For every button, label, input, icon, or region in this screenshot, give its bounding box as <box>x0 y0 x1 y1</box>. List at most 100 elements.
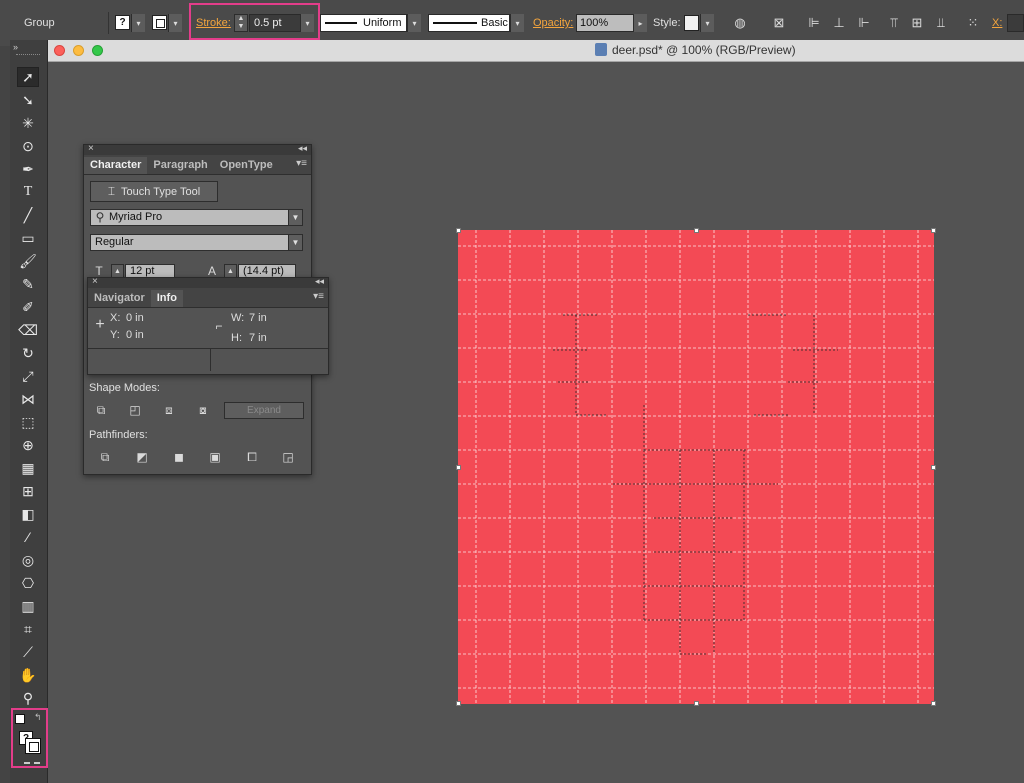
divide-icon[interactable]: ⧉ <box>98 450 112 464</box>
fill-swatch[interactable]: ? <box>115 15 130 30</box>
width-profile-dropdown[interactable]: ▾ <box>407 14 421 32</box>
align-to-selection-icon[interactable]: ⊠ <box>768 14 790 32</box>
rectangle-tool-icon[interactable]: ▭ <box>17 228 39 248</box>
touch-type-tool-button[interactable]: ⌶ Touch Type Tool <box>90 181 218 202</box>
brush-definition-select[interactable]: Basic <box>428 14 510 32</box>
x-label[interactable]: X: <box>992 17 1002 29</box>
graphic-style-swatch[interactable] <box>684 15 699 31</box>
selection-handle-top-left[interactable] <box>456 228 461 233</box>
blend-tool-icon[interactable]: ◎ <box>17 550 39 570</box>
font-style-dropdown[interactable]: ▼ <box>288 234 303 251</box>
trim-icon[interactable]: ◩ <box>135 450 149 464</box>
gradient-tool-icon[interactable]: ◧ <box>17 504 39 524</box>
paintbrush-tool-icon[interactable]: 🖌 <box>17 251 39 271</box>
intersect-icon[interactable]: ⧈ <box>162 403 176 417</box>
magic-wand-tool-icon[interactable]: ✳ <box>17 113 39 133</box>
font-family-field[interactable]: Myriad Pro <box>90 209 296 226</box>
selection-handle-middle-right[interactable] <box>931 465 936 470</box>
toolbox-collapse-icon[interactable]: » <box>13 42 18 52</box>
artboard-artwork[interactable] <box>458 230 934 704</box>
opacity-label[interactable]: Opacity: <box>533 17 573 29</box>
selection-handle-middle-left[interactable] <box>456 465 461 470</box>
transform-reference-icon[interactable]: ⁙ <box>962 13 984 33</box>
column-graph-tool-icon[interactable]: ▥ <box>17 596 39 616</box>
font-style-field[interactable]: Regular <box>90 234 296 251</box>
panel-menu-icon[interactable]: ▾≡ <box>296 158 307 169</box>
graphic-style-dropdown[interactable]: ▾ <box>700 14 714 32</box>
mesh-tool-icon[interactable]: ⊞ <box>17 481 39 501</box>
recolor-artwork-icon[interactable]: ◍ <box>731 14 749 32</box>
info-panel-close-icon[interactable]: × <box>92 276 98 287</box>
exclude-icon[interactable]: ⧇ <box>196 403 210 417</box>
zoom-tool-icon[interactable]: ⚲ <box>17 688 39 708</box>
eyedropper-tool-icon[interactable]: ⁄ <box>17 527 39 547</box>
width-tool-icon[interactable]: ⋈ <box>17 389 39 409</box>
close-window-button[interactable] <box>54 45 65 56</box>
tab-info[interactable]: Info <box>150 290 183 307</box>
align-bottom-icon[interactable]: ⫫ <box>932 14 950 32</box>
type-tool-icon[interactable]: T <box>17 182 39 202</box>
tab-opentype[interactable]: OpenType <box>214 157 279 174</box>
pencil-tool-icon[interactable]: ✎ <box>17 274 39 294</box>
rotate-tool-icon[interactable]: ↻ <box>17 343 39 363</box>
symbol-sprayer-tool-icon[interactable]: ⎔ <box>17 573 39 593</box>
toolbox-grip[interactable] <box>16 54 40 57</box>
minus-front-icon[interactable]: ◰ <box>128 403 142 417</box>
info-panel-menu-icon[interactable]: ▾≡ <box>313 291 324 302</box>
stroke-weight-dropdown[interactable]: ▾ <box>300 14 314 32</box>
hand-tool-icon[interactable]: ✋ <box>17 665 39 685</box>
pen-tool-icon[interactable]: ✒ <box>17 159 39 179</box>
expand-button[interactable]: Expand <box>224 402 304 419</box>
tab-navigator[interactable]: Navigator <box>88 290 151 307</box>
selection-handle-bottom-center[interactable] <box>694 701 699 706</box>
artboard-tool-icon[interactable]: ⌗ <box>17 619 39 639</box>
align-top-icon[interactable]: ⫪ <box>885 14 903 32</box>
width-profile-select[interactable]: Uniform <box>320 14 407 32</box>
opacity-input[interactable]: 100% <box>576 14 634 32</box>
align-left-icon[interactable]: ⊫ <box>805 14 823 32</box>
eraser-tool-icon[interactable]: ⌫ <box>17 320 39 340</box>
outline-icon[interactable]: ⧠ <box>245 450 259 464</box>
stroke-label[interactable]: Stroke: <box>196 17 231 29</box>
tab-paragraph[interactable]: Paragraph <box>147 157 213 174</box>
free-transform-tool-icon[interactable]: ⬚ <box>17 412 39 432</box>
merge-icon[interactable]: ◼ <box>172 450 186 464</box>
font-family-dropdown[interactable]: ▼ <box>288 209 303 226</box>
align-vertical-center-icon[interactable]: ⊞ <box>908 14 926 32</box>
selection-handle-top-right[interactable] <box>931 228 936 233</box>
maximize-window-button[interactable] <box>92 45 103 56</box>
blob-brush-tool-icon[interactable]: ✐ <box>17 297 39 317</box>
crop-icon[interactable]: ▣ <box>208 450 222 464</box>
selection-handle-bottom-left[interactable] <box>456 701 461 706</box>
info-panel-collapse-icon[interactable]: ◂◂ <box>315 276 324 287</box>
panel-close-icon[interactable]: × <box>88 143 94 154</box>
direct-selection-tool-icon[interactable]: ➘ <box>17 90 39 110</box>
opacity-dropdown[interactable]: ▸ <box>633 14 647 32</box>
minus-back-icon[interactable]: ◲ <box>281 450 295 464</box>
stroke-weight-input[interactable]: 0.5 pt <box>249 14 301 32</box>
lasso-tool-icon[interactable]: ⊙ <box>17 136 39 156</box>
scale-tool-icon[interactable]: ⤢ <box>17 366 39 386</box>
stroke-box[interactable] <box>25 738 41 754</box>
fill-dropdown[interactable]: ▾ <box>131 14 145 32</box>
selection-handle-bottom-right[interactable] <box>931 701 936 706</box>
minimize-window-button[interactable] <box>73 45 84 56</box>
slice-tool-icon[interactable]: ⟋ <box>17 642 39 662</box>
stroke-weight-stepper[interactable]: ▲ ▼ <box>234 14 248 32</box>
stroke-swatch-inner <box>156 19 165 28</box>
shape-builder-tool-icon[interactable]: ⊕ <box>17 435 39 455</box>
tab-character[interactable]: Character <box>84 157 148 174</box>
draw-mode-icon[interactable] <box>24 762 40 768</box>
line-segment-tool-icon[interactable]: ╱ <box>17 205 39 225</box>
panel-collapse-icon[interactable]: ◂◂ <box>298 143 307 154</box>
align-right-icon[interactable]: ⊩ <box>855 14 873 32</box>
selection-tool-icon[interactable]: ➚ <box>17 67 39 87</box>
align-horizontal-center-icon[interactable]: ⊥ <box>830 14 848 32</box>
stroke-swatch[interactable] <box>152 15 167 30</box>
perspective-grid-tool-icon[interactable]: ▦ <box>17 458 39 478</box>
brush-definition-dropdown[interactable]: ▾ <box>510 14 524 32</box>
x-input[interactable] <box>1007 14 1024 32</box>
unite-icon[interactable]: ⧉ <box>94 403 108 417</box>
selection-handle-top-center[interactable] <box>694 228 699 233</box>
stroke-swatch-dropdown[interactable]: ▾ <box>168 14 182 32</box>
